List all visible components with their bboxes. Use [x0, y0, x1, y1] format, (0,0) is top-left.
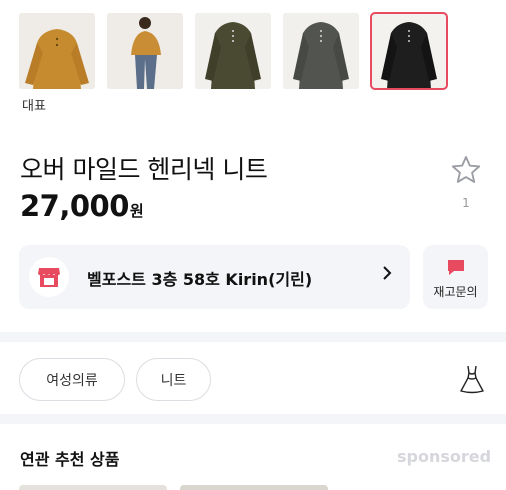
store-icon — [29, 257, 69, 297]
sponsored-label: sponsored — [397, 447, 492, 466]
thumbnail-black-knit[interactable] — [370, 12, 448, 90]
chevron-right-icon — [381, 265, 393, 286]
thumbnail-khaki-knit[interactable] — [195, 13, 271, 89]
recommended-product-card[interactable] — [19, 485, 167, 490]
thumbnail-charcoal-knit[interactable] — [283, 13, 359, 89]
category-chip-knit[interactable]: 니트 — [136, 358, 211, 401]
product-title: 오버 마일드 헨리넥 니트 — [20, 155, 268, 184]
store-name: 벨포스트 3층 58호 Kirin(기린) — [87, 270, 313, 289]
favorite-count: 1 — [462, 196, 470, 210]
price-unit: 원 — [129, 202, 144, 220]
section-divider — [0, 414, 506, 424]
thumbnail-mustard-knit-model[interactable] — [107, 13, 183, 89]
related-products-title: 연관 추천 상품 — [20, 450, 120, 469]
chat-bubble-icon — [446, 259, 466, 281]
stock-inquiry-label: 재고문의 — [433, 285, 478, 299]
category-chip-womens-clothing[interactable]: 여성의류 — [19, 358, 125, 401]
representative-label: 대표 — [22, 99, 46, 114]
thumbnail-mustard-knit-front[interactable] — [19, 13, 95, 89]
store-card[interactable]: 벨포스트 3층 58호 Kirin(기린) — [19, 245, 410, 309]
price-value: 27,000 — [20, 189, 129, 223]
recommended-product-card[interactable] — [180, 485, 328, 490]
stock-inquiry-button[interactable]: 재고문의 — [423, 245, 488, 309]
section-divider — [0, 332, 506, 342]
thumbnail-gallery — [19, 12, 448, 90]
dress-icon[interactable] — [459, 364, 485, 398]
favorite-button[interactable] — [449, 153, 483, 187]
product-price: 27,000원 — [20, 189, 144, 223]
star-icon — [451, 156, 481, 183]
